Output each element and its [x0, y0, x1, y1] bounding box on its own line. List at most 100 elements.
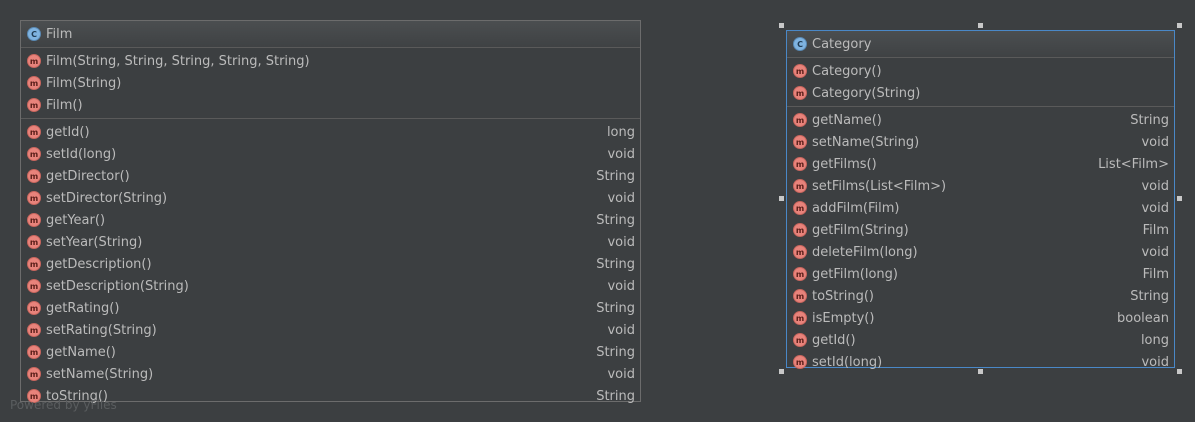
film-method-row[interactable]: m setDescription(String) void: [21, 275, 640, 297]
method-icon: m: [793, 86, 807, 100]
resize-handle-bottom-center[interactable]: [978, 369, 983, 374]
category-method-return-type: boolean: [1117, 310, 1169, 326]
category-method-signature: getFilm(long): [812, 266, 898, 282]
category-method-row[interactable]: m getFilms() List<Film>: [787, 153, 1174, 175]
class-icon: C: [27, 27, 41, 41]
category-method-return-type: void: [1141, 178, 1169, 194]
category-class-header[interactable]: C Category: [787, 31, 1174, 58]
resize-handle-middle-right[interactable]: [1177, 196, 1182, 201]
resize-handle-bottom-left[interactable]: [779, 369, 784, 374]
resize-handle-top-left[interactable]: [779, 23, 784, 28]
film-method-return-type: String: [596, 300, 635, 316]
category-method-row[interactable]: m setName(String) void: [787, 131, 1174, 153]
method-icon: m: [27, 301, 41, 315]
film-method-row[interactable]: m setRating(String) void: [21, 319, 640, 341]
film-constructor-row[interactable]: m Film(String, String, String, String, St…: [21, 50, 640, 72]
category-method-row[interactable]: m isEmpty() boolean: [787, 307, 1174, 329]
film-method-signature: setId(long): [46, 146, 117, 162]
film-method-row[interactable]: m setName(String) void: [21, 363, 640, 385]
film-method-row[interactable]: m getName() String: [21, 341, 640, 363]
film-method-signature: getId(): [46, 124, 90, 140]
category-method-row[interactable]: m addFilm(Film) void: [787, 197, 1174, 219]
film-method-row[interactable]: m getDescription() String: [21, 253, 640, 275]
category-method-row[interactable]: m setFilms(List<Film>) void: [787, 175, 1174, 197]
film-method-return-type: void: [607, 190, 635, 206]
method-icon: m: [27, 169, 41, 183]
film-method-signature: getDescription(): [46, 256, 152, 272]
film-method-row[interactable]: m getDirector() String: [21, 165, 640, 187]
category-method-signature: addFilm(Film): [812, 200, 900, 216]
category-method-return-type: Film: [1142, 222, 1169, 238]
resize-handle-bottom-right[interactable]: [1177, 369, 1182, 374]
method-icon: m: [27, 147, 41, 161]
resize-handle-top-right[interactable]: [1177, 23, 1182, 28]
film-method-return-type: void: [607, 322, 635, 338]
category-method-signature: getFilm(String): [812, 222, 909, 238]
category-method-signature: getId(): [812, 332, 856, 348]
film-constructor-row[interactable]: m Film(): [21, 94, 640, 116]
method-icon: m: [27, 279, 41, 293]
category-method-signature: isEmpty(): [812, 310, 875, 326]
category-method-return-type: void: [1141, 200, 1169, 216]
category-method-signature: setFilms(List<Film>): [812, 178, 947, 194]
category-constructor-signature: Category(String): [812, 85, 921, 101]
category-method-return-type: void: [1141, 134, 1169, 150]
film-method-return-type: void: [607, 366, 635, 382]
film-constructor-row[interactable]: m Film(String): [21, 72, 640, 94]
method-icon: m: [793, 113, 807, 127]
category-constructors-section: m Category() m Category(String): [787, 58, 1174, 107]
film-method-signature: setName(String): [46, 366, 154, 382]
category-method-row[interactable]: m getId() long: [787, 329, 1174, 351]
method-icon: m: [793, 245, 807, 259]
category-constructor-signature: Category(): [812, 63, 882, 79]
method-icon: m: [793, 355, 807, 369]
method-icon: m: [793, 135, 807, 149]
category-method-signature: getName(): [812, 112, 882, 128]
method-icon: m: [793, 223, 807, 237]
category-class-node[interactable]: C Category m Category() m Category(String) …: [786, 30, 1175, 370]
category-method-signature: setName(String): [812, 134, 920, 150]
resize-handle-middle-left[interactable]: [779, 196, 784, 201]
method-icon: m: [793, 289, 807, 303]
method-icon: m: [27, 98, 41, 112]
category-method-row[interactable]: m getName() String: [787, 109, 1174, 131]
film-method-return-type: void: [607, 146, 635, 162]
film-method-signature: setRating(String): [46, 322, 157, 338]
class-icon: C: [793, 37, 807, 51]
film-method-row[interactable]: m getId() long: [21, 121, 640, 143]
category-constructor-row[interactable]: m Category(): [787, 60, 1174, 82]
film-method-signature: getDirector(): [46, 168, 130, 184]
film-method-return-type: String: [596, 344, 635, 360]
film-method-row[interactable]: m getRating() String: [21, 297, 640, 319]
category-method-row[interactable]: m getFilm(long) Film: [787, 263, 1174, 285]
method-icon: m: [793, 267, 807, 281]
category-method-signature: getFilms(): [812, 156, 877, 172]
method-icon: m: [27, 191, 41, 205]
film-class-header[interactable]: C Film: [21, 21, 640, 48]
method-icon: m: [793, 201, 807, 215]
category-method-return-type: void: [1141, 244, 1169, 260]
film-method-row[interactable]: m setYear(String) void: [21, 231, 640, 253]
method-icon: m: [27, 323, 41, 337]
category-constructor-row[interactable]: m Category(String): [787, 82, 1174, 104]
film-method-row[interactable]: m getYear() String: [21, 209, 640, 231]
method-icon: m: [27, 235, 41, 249]
film-method-signature: setDescription(String): [46, 278, 189, 294]
category-method-row[interactable]: m deleteFilm(long) void: [787, 241, 1174, 263]
category-method-signature: deleteFilm(long): [812, 244, 918, 260]
film-method-return-type: long: [606, 124, 635, 140]
resize-handle-top-center[interactable]: [978, 23, 983, 28]
film-class-node[interactable]: C Film m Film(String, String, String, Str…: [20, 20, 641, 404]
category-method-row[interactable]: m getFilm(String) Film: [787, 219, 1174, 241]
method-icon: m: [793, 179, 807, 193]
film-method-signature: getYear(): [46, 212, 106, 228]
category-method-row[interactable]: m toString() String: [787, 285, 1174, 307]
film-method-signature: getName(): [46, 344, 116, 360]
film-method-return-type: String: [596, 388, 635, 404]
film-method-row[interactable]: m setId(long) void: [21, 143, 640, 165]
film-method-return-type: String: [596, 256, 635, 272]
film-method-signature: setYear(String): [46, 234, 143, 250]
category-methods-section: m getName() String m setName(String) void m get…: [787, 107, 1174, 375]
diagram-canvas[interactable]: C Film m Film(String, String, String, Str…: [0, 0, 1195, 422]
film-method-row[interactable]: m setDirector(String) void: [21, 187, 640, 209]
